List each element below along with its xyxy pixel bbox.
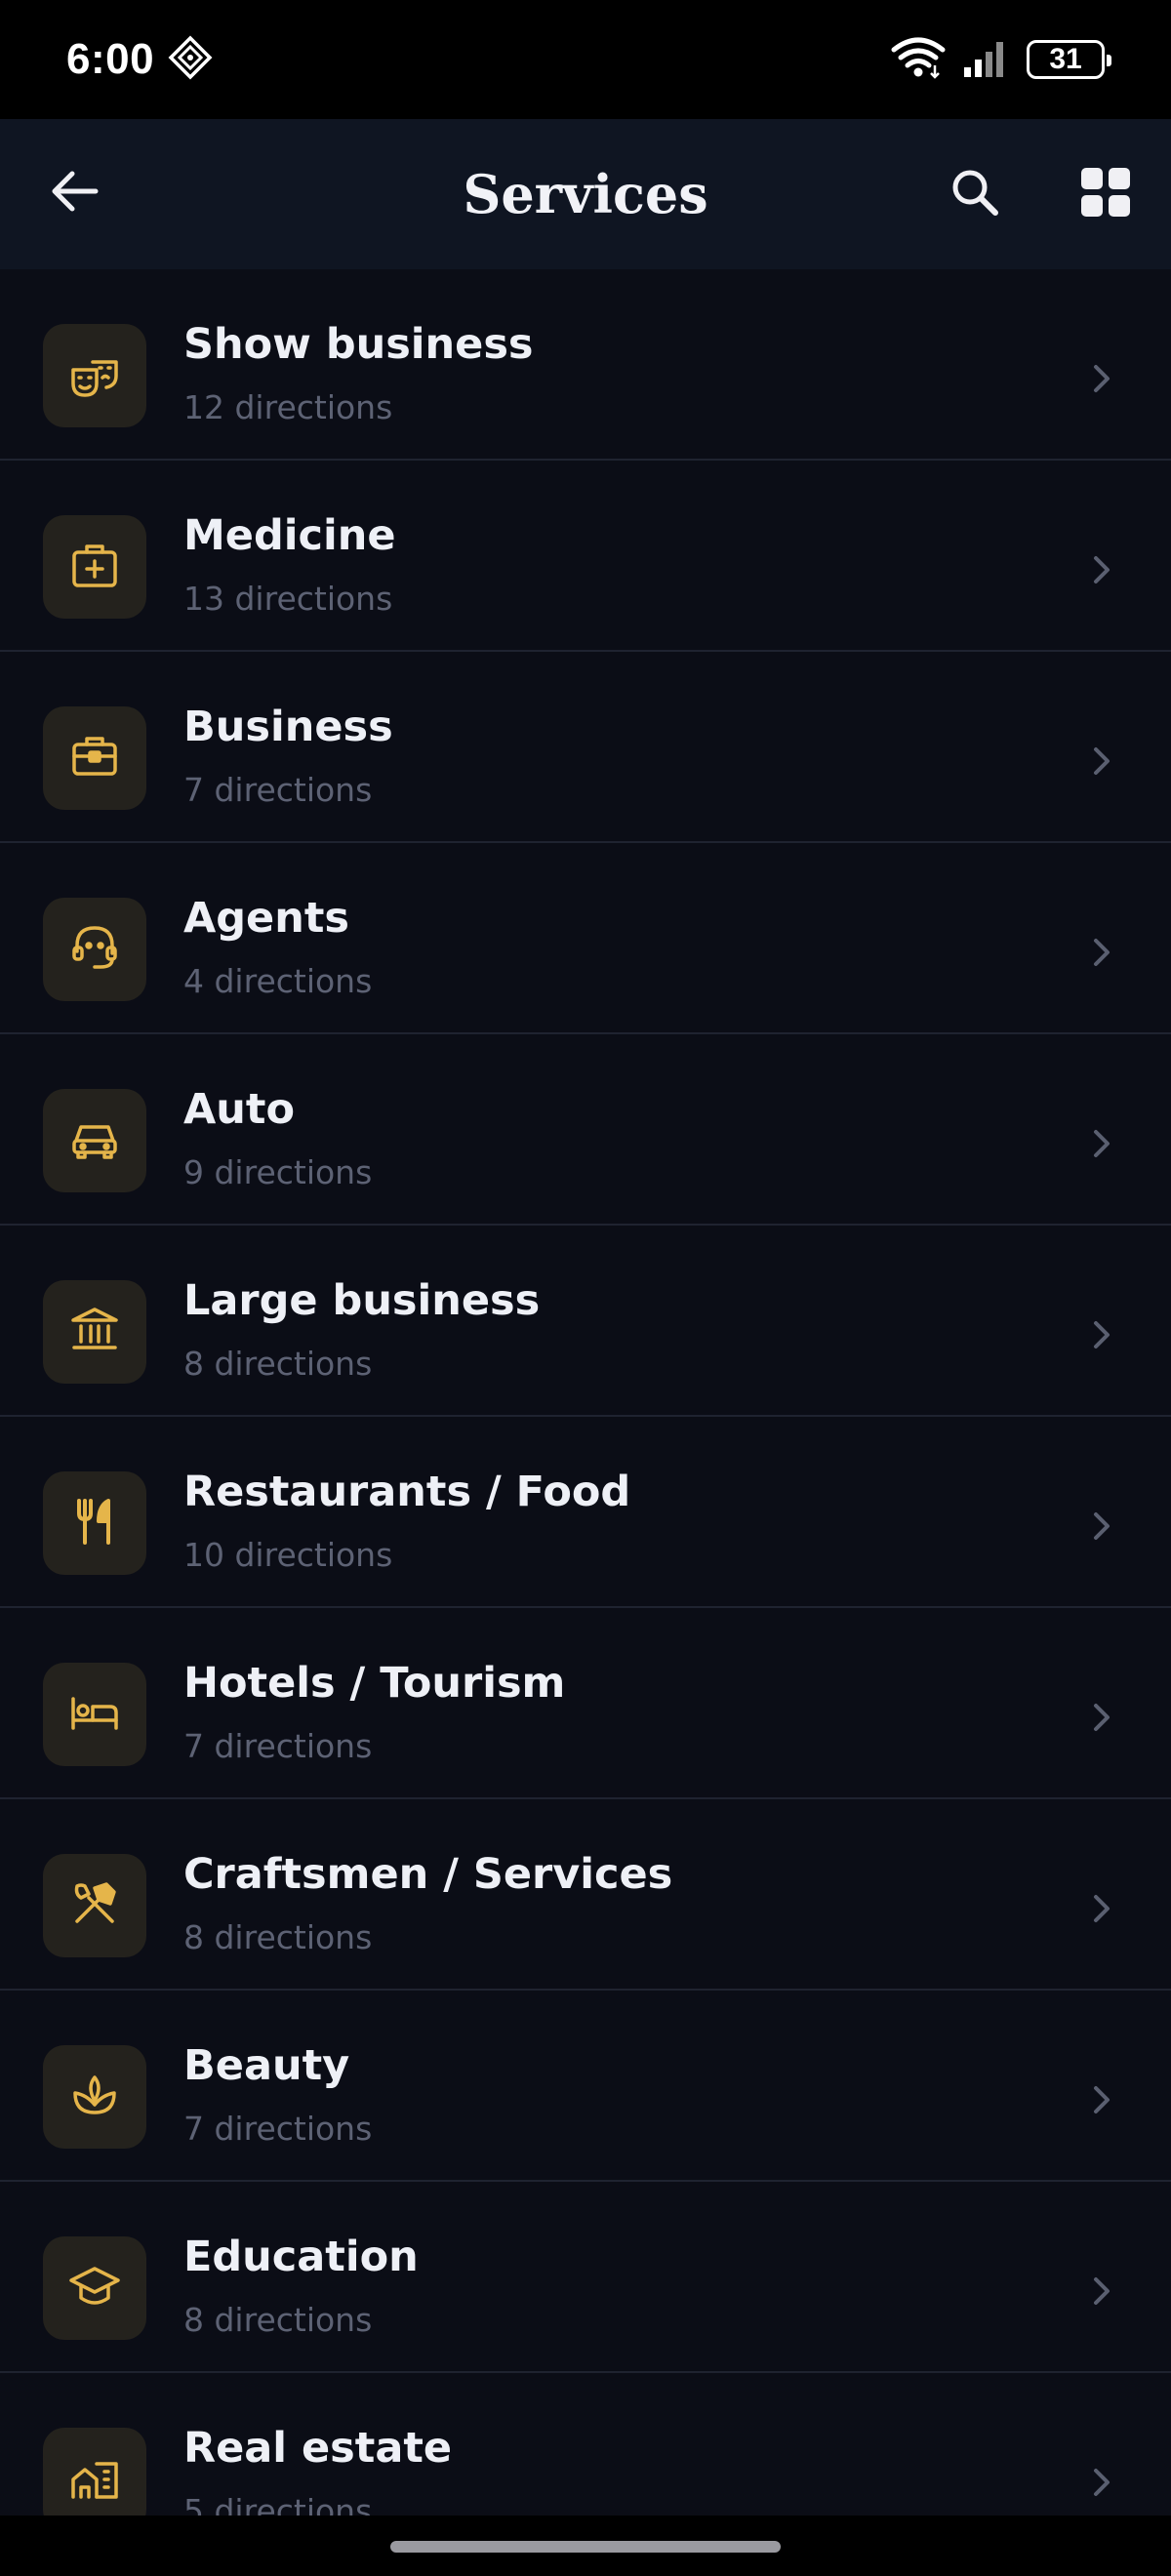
notification-app-icon	[168, 35, 213, 84]
headset-agent-icon	[67, 920, 122, 979]
list-item-hotels-tourism[interactable]: Hotels / Tourism 7 directions	[0, 1608, 1171, 1799]
item-title: Business	[183, 703, 393, 751]
house-building-icon	[67, 2450, 122, 2509]
category-icon-box	[43, 324, 146, 427]
chevron-right-icon	[1087, 744, 1116, 779]
chevron-right-icon	[1087, 1509, 1116, 1544]
home-gesture-handle[interactable]	[390, 2541, 781, 2553]
chevron-right-icon	[1087, 1700, 1116, 1735]
lotus-icon	[67, 2068, 122, 2126]
theater-masks-icon	[67, 346, 122, 405]
list-item-education[interactable]: Education 8 directions	[0, 2182, 1171, 2373]
bed-icon	[67, 1685, 122, 1744]
hammer-wrench-icon	[67, 1876, 122, 1935]
list-item-show-business[interactable]: Show business 12 directions	[0, 269, 1171, 461]
battery-indicator: 31	[1027, 40, 1111, 79]
system-navigation-bar	[0, 2516, 1171, 2576]
item-title: Medicine	[183, 511, 396, 560]
list-item-restaurants-food[interactable]: Restaurants / Food 10 directions	[0, 1417, 1171, 1608]
item-subtitle: 7 directions	[183, 2110, 373, 2148]
graduation-cap-icon	[67, 2259, 122, 2317]
chevron-right-icon	[1087, 1891, 1116, 1926]
list-item-agents[interactable]: Agents 4 directions	[0, 843, 1171, 1034]
car-icon	[67, 1111, 122, 1170]
fork-knife-icon	[67, 1494, 122, 1552]
item-title: Show business	[183, 320, 534, 369]
item-title: Auto	[183, 1085, 295, 1134]
category-icon-box	[43, 1471, 146, 1575]
medical-kit-icon	[67, 538, 122, 596]
item-subtitle: 10 directions	[183, 1536, 393, 1574]
app-screen: 6:00 31 Services Show business 12 direct…	[0, 0, 1171, 2576]
item-title: Real estate	[183, 2424, 453, 2473]
chevron-right-icon	[1087, 2274, 1116, 2309]
services-list: Show business 12 directions Medicine 13 …	[0, 269, 1171, 2564]
category-icon-box	[43, 1854, 146, 1957]
category-icon-box	[43, 515, 146, 619]
grid-view-button[interactable]	[1073, 162, 1138, 226]
category-icon-box	[43, 1280, 146, 1384]
item-subtitle: 9 directions	[183, 1153, 373, 1191]
back-button[interactable]	[43, 162, 105, 224]
item-title: Craftsmen / Services	[183, 1850, 673, 1899]
item-subtitle: 12 directions	[183, 388, 393, 426]
item-subtitle: 7 directions	[183, 771, 373, 809]
category-icon-box	[43, 1663, 146, 1766]
status-bar: 6:00 31	[0, 0, 1171, 119]
item-title: Large business	[183, 1276, 541, 1325]
list-item-medicine[interactable]: Medicine 13 directions	[0, 461, 1171, 652]
item-subtitle: 7 directions	[183, 1727, 373, 1765]
category-icon-box	[43, 898, 146, 1001]
list-item-auto[interactable]: Auto 9 directions	[0, 1034, 1171, 1226]
item-title: Education	[183, 2233, 419, 2281]
item-subtitle: 8 directions	[183, 1345, 373, 1383]
chevron-right-icon	[1087, 361, 1116, 396]
chevron-right-icon	[1087, 2082, 1116, 2117]
item-title: Agents	[183, 894, 349, 943]
item-title: Beauty	[183, 2041, 350, 2090]
back-arrow-icon	[49, 170, 100, 217]
chevron-right-icon	[1087, 552, 1116, 587]
category-icon-box	[43, 2045, 146, 2149]
chevron-right-icon	[1087, 1126, 1116, 1161]
item-title: Restaurants / Food	[183, 1468, 631, 1516]
status-right: 31	[890, 36, 1111, 83]
app-header: Services	[0, 119, 1171, 269]
item-subtitle: 13 directions	[183, 580, 393, 618]
chevron-right-icon	[1087, 2465, 1116, 2500]
list-item-business[interactable]: Business 7 directions	[0, 652, 1171, 843]
chevron-right-icon	[1087, 935, 1116, 970]
category-icon-box	[43, 706, 146, 810]
status-left: 6:00	[66, 35, 213, 84]
wifi-icon	[890, 36, 947, 83]
chevron-right-icon	[1087, 1317, 1116, 1352]
bank-building-icon	[67, 1303, 122, 1361]
grid-view-icon	[1080, 167, 1131, 221]
item-subtitle: 8 directions	[183, 1918, 373, 1956]
list-item-large-business[interactable]: Large business 8 directions	[0, 1226, 1171, 1417]
list-item-craftsmen-services[interactable]: Craftsmen / Services 8 directions	[0, 1799, 1171, 1991]
item-subtitle: 4 directions	[183, 962, 373, 1000]
item-title: Hotels / Tourism	[183, 1659, 566, 1708]
category-icon-box	[43, 1089, 146, 1192]
signal-icon	[962, 38, 1011, 81]
search-button[interactable]	[943, 162, 1007, 226]
briefcase-icon	[67, 729, 122, 787]
status-time: 6:00	[66, 35, 155, 83]
list-item-beauty[interactable]: Beauty 7 directions	[0, 1991, 1171, 2182]
search-icon	[949, 167, 1000, 221]
category-icon-box	[43, 2236, 146, 2340]
item-subtitle: 8 directions	[183, 2301, 373, 2339]
